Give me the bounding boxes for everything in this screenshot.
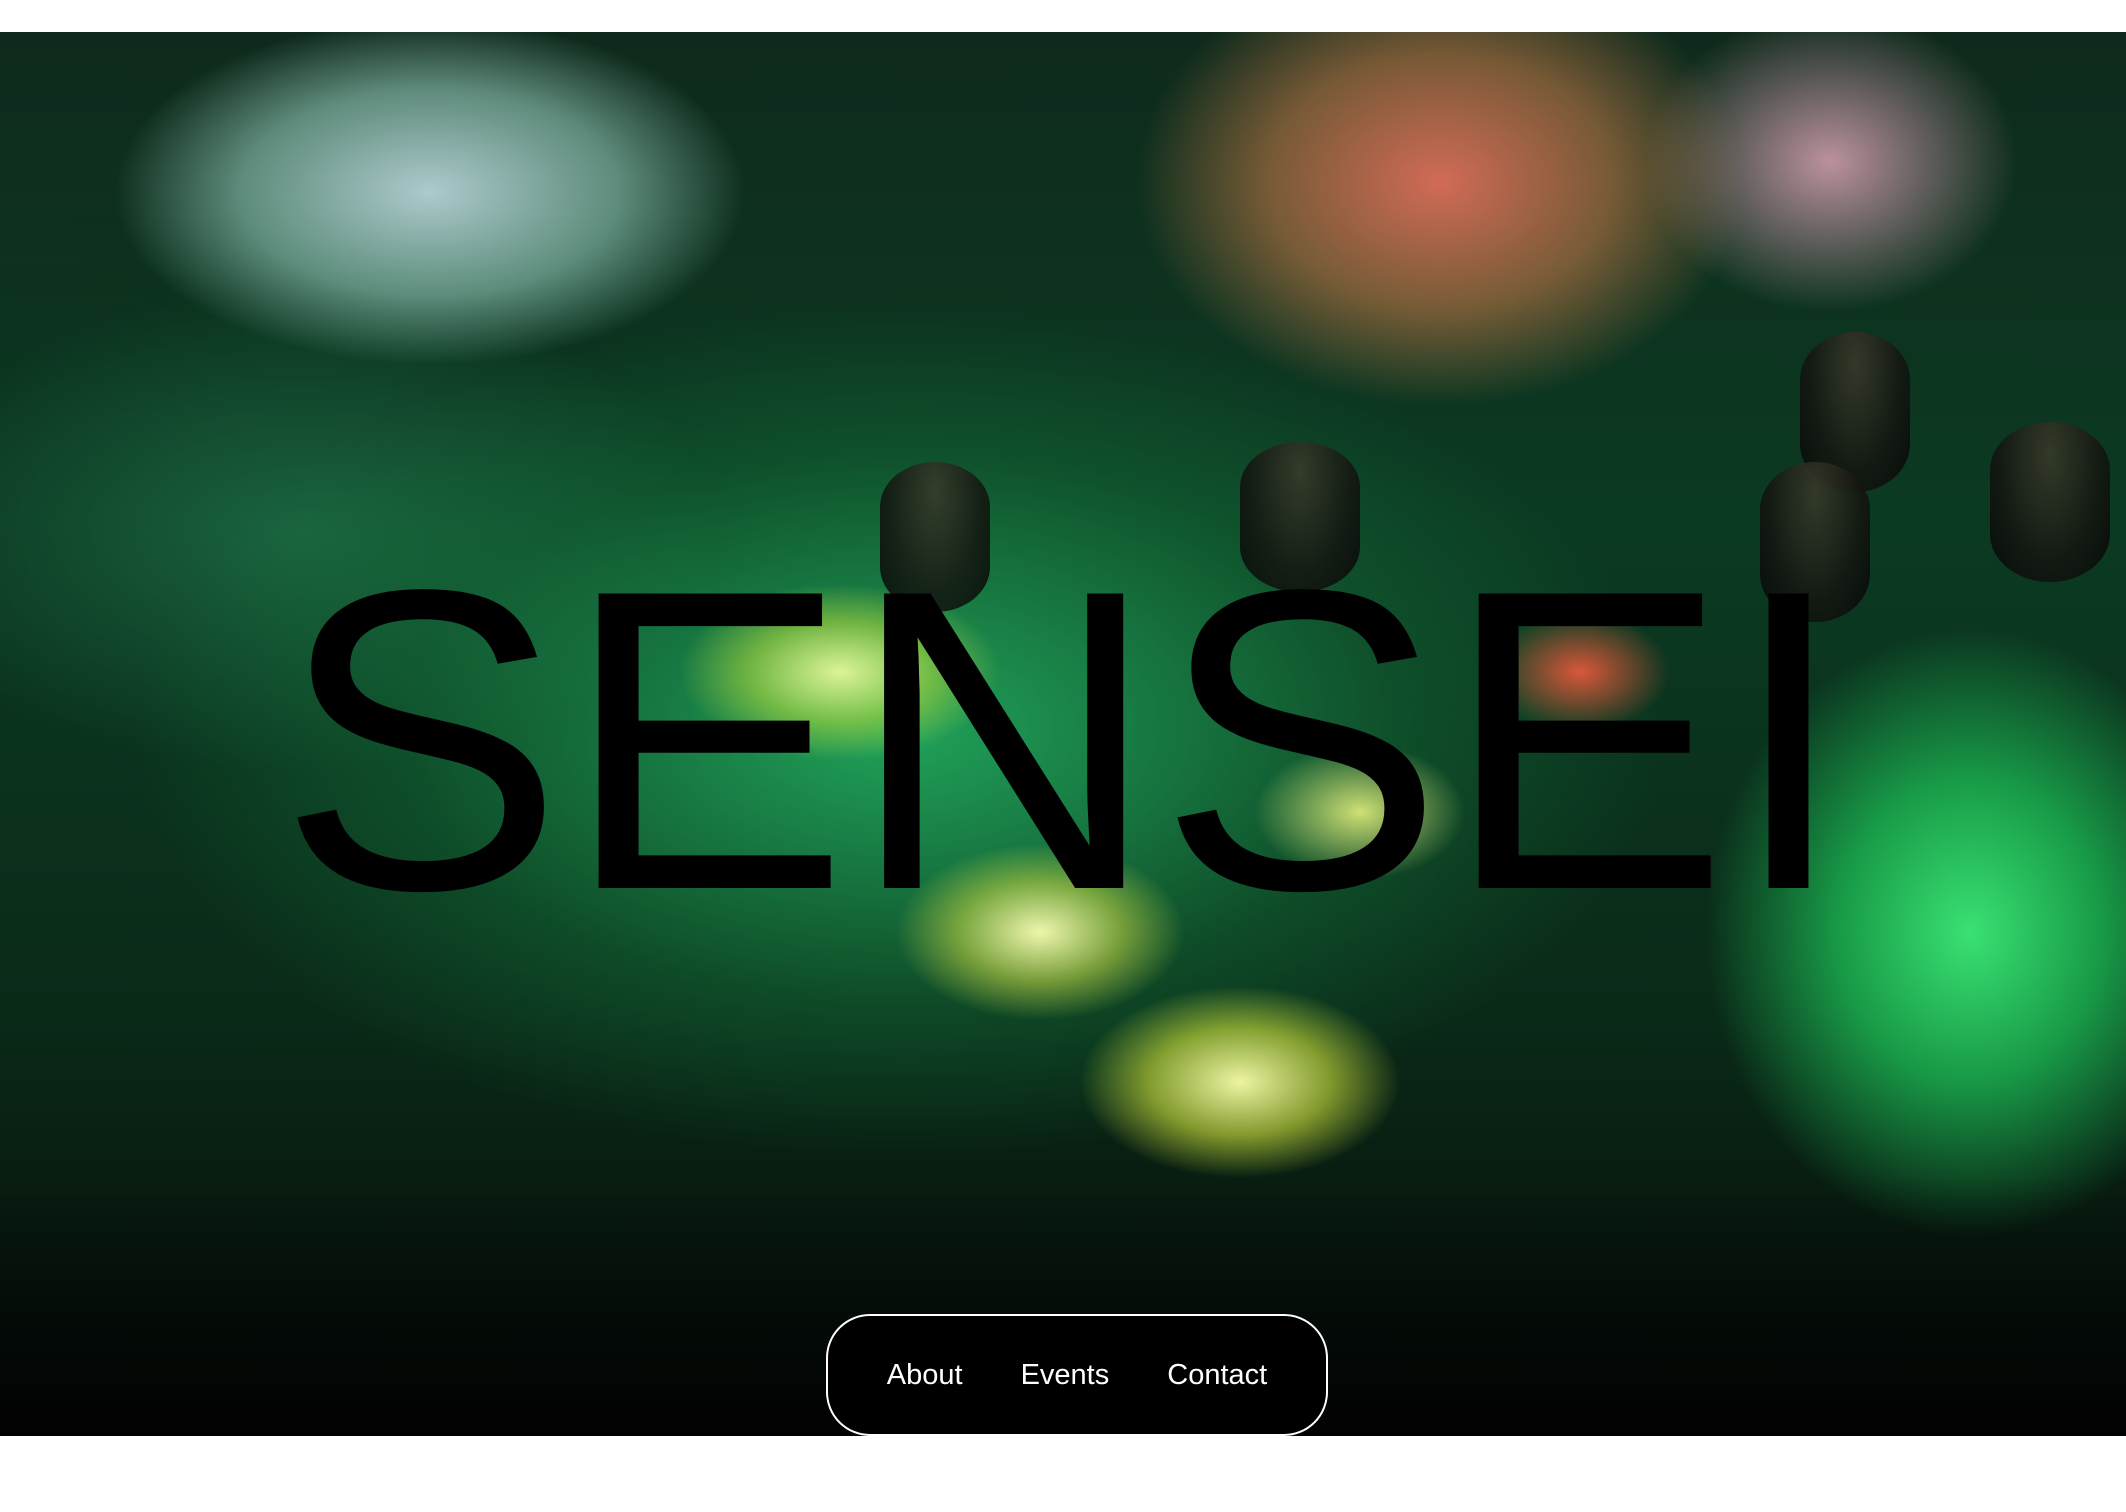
hero-background-image: SENSEI About Events Contact [0,32,2126,1436]
page: SENSEI About Events Contact [0,0,2126,1512]
nav-link-events[interactable]: Events [1021,1359,1110,1392]
nav-link-contact[interactable]: Contact [1167,1359,1267,1392]
nav-link-about[interactable]: About [887,1359,963,1392]
main-nav: About Events Contact [826,1314,1328,1436]
site-title: SENSEI [278,501,1848,979]
